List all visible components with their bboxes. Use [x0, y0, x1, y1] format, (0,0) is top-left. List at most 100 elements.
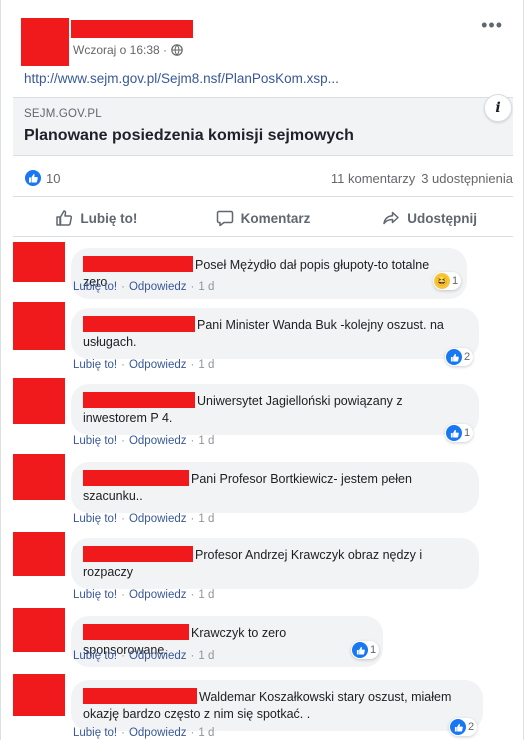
comment-time[interactable]: 1 d [198, 435, 214, 447]
redacted-commenter-avatar[interactable] [13, 674, 65, 716]
separator: · [190, 435, 195, 447]
post-meta: Wczoraj o 16:38 · [73, 43, 183, 57]
comment-like-link[interactable]: Lubię to! [73, 359, 117, 371]
info-icon[interactable]: i [484, 94, 512, 122]
reaction-count: 1 [464, 427, 471, 439]
comment-reply-link[interactable]: Odpowiedz [129, 435, 187, 447]
like-icon [446, 425, 462, 441]
separator: · [190, 359, 195, 371]
like-button[interactable]: Lubię to! [13, 200, 180, 236]
redacted-commenter-name[interactable] [83, 470, 189, 486]
more-options-icon[interactable]: ••• [481, 16, 503, 34]
haha-icon: 😆 [434, 273, 450, 289]
comment-bubble: Pani Minister Wanda Buk -kolejny oszust.… [71, 308, 479, 359]
comment-actions: Lubię to! · Odpowiedz · 1 d [73, 281, 214, 293]
post-link[interactable]: http://www.sejm.gov.pl/Sejm8.nsf/PlanPos… [24, 71, 339, 86]
comment-time[interactable]: 1 d [198, 650, 214, 662]
comment-time[interactable]: 1 d [198, 281, 214, 293]
comment-like-link[interactable]: Lubię to! [73, 589, 117, 601]
like-icon [446, 349, 462, 365]
comment-reactions[interactable]: 2 [449, 718, 478, 736]
separator: · [190, 281, 195, 293]
comment-like-link[interactable]: Lubię to! [73, 513, 117, 525]
redacted-commenter-avatar[interactable] [13, 532, 65, 576]
post-actions: Lubię to! Komentarz Udostępnij [13, 200, 513, 236]
comment-reply-link[interactable]: Odpowiedz [129, 727, 187, 739]
comment-actions: Lubię to! · Odpowiedz · 1 d [73, 359, 214, 371]
comment-actions: Lubię to! · Odpowiedz · 1 d [73, 589, 214, 601]
reaction-count: 2 [468, 721, 475, 733]
comment-reply-link[interactable]: Odpowiedz [129, 281, 187, 293]
redacted-commenter-name[interactable] [83, 316, 195, 332]
redacted-commenter-name[interactable] [83, 546, 193, 562]
redacted-commenter-name[interactable] [83, 392, 195, 408]
like-reaction-icon [25, 170, 41, 186]
like-icon [352, 642, 368, 658]
divider [13, 196, 513, 197]
redacted-commenter-avatar[interactable] [13, 242, 65, 282]
shares-count[interactable]: 3 udostępnienia [421, 171, 513, 186]
comment-actions: Lubię to! · Odpowiedz · 1 d [73, 727, 214, 739]
like-button-label: Lubię to! [80, 210, 138, 226]
comment-reactions[interactable]: 1 [445, 424, 474, 442]
comment-like-link[interactable]: Lubię to! [73, 435, 117, 447]
separator: · [121, 589, 125, 601]
redacted-author-name [71, 20, 193, 38]
separator: · [190, 513, 195, 525]
separator: · [121, 513, 125, 525]
reaction-count: 1 [370, 644, 377, 656]
comment-reactions[interactable]: 😆 1 [433, 272, 462, 290]
post-stats: 10 11 komentarzy 3 udostępnienia [13, 168, 513, 188]
comment-like-link[interactable]: Lubię to! [73, 727, 117, 739]
comment-reply-link[interactable]: Odpowiedz [129, 359, 187, 371]
comment-reply-link[interactable]: Odpowiedz [129, 650, 187, 662]
share-button-label: Udostępnij [407, 210, 478, 226]
comment-like-link[interactable]: Lubię to! [73, 650, 117, 662]
post-timestamp[interactable]: Wczoraj o 16:38 · [73, 43, 167, 57]
thumbs-up-icon [56, 210, 73, 226]
comment-like-link[interactable]: Lubię to! [73, 281, 117, 293]
comment-time[interactable]: 1 d [198, 359, 214, 371]
preview-domain: SEJM.GOV.PL [24, 108, 102, 120]
reaction-count: 2 [464, 351, 471, 363]
separator: · [190, 727, 195, 739]
redacted-commenter-avatar[interactable] [13, 454, 65, 500]
redacted-commenter-avatar[interactable] [13, 302, 65, 350]
comment-time[interactable]: 1 d [198, 589, 214, 601]
likes-summary[interactable]: 10 [25, 170, 60, 186]
comment-actions: Lubię to! · Odpowiedz · 1 d [73, 650, 214, 662]
likes-count: 10 [46, 170, 61, 186]
globe-icon [171, 44, 183, 56]
link-preview[interactable]: SEJM.GOV.PL Planowane posiedzenia komisj… [13, 97, 513, 156]
redacted-commenter-name[interactable] [83, 624, 189, 640]
comment-time[interactable]: 1 d [198, 727, 214, 739]
separator: · [121, 281, 125, 293]
comment-icon [216, 210, 233, 227]
separator: · [190, 650, 195, 662]
share-icon [383, 211, 400, 225]
comment-actions: Lubię to! · Odpowiedz · 1 d [73, 513, 214, 525]
comment-button[interactable]: Komentarz [180, 200, 347, 236]
comment-button-label: Komentarz [240, 210, 311, 226]
redacted-commenter-avatar[interactable] [13, 608, 65, 652]
share-button[interactable]: Udostępnij [346, 200, 513, 236]
redacted-commenter-avatar[interactable] [13, 378, 65, 424]
comment-reactions[interactable]: 1 [351, 641, 380, 659]
comments-count[interactable]: 11 komentarzy [331, 171, 415, 186]
redacted-commenter-name[interactable] [83, 688, 197, 704]
comment-bubble: Waldemar Koszałkowski stary oszust, miał… [71, 680, 483, 731]
divider [13, 236, 513, 237]
redacted-avatar [21, 18, 69, 66]
comment-time[interactable]: 1 d [198, 513, 214, 525]
post-card: Wczoraj o 16:38 · ••• http://www.sejm.go… [0, 0, 524, 740]
separator: · [121, 359, 125, 371]
comment-reply-link[interactable]: Odpowiedz [129, 513, 187, 525]
separator: · [190, 589, 195, 601]
redacted-commenter-name[interactable] [83, 256, 193, 272]
comment-bubble: Profesor Andrzej Krawczyk obraz nędzy i … [71, 538, 479, 589]
preview-title[interactable]: Planowane posiedzenia komisji sejmowych [24, 127, 354, 145]
comment-reactions[interactable]: 2 [445, 348, 474, 366]
comment-reply-link[interactable]: Odpowiedz [129, 589, 187, 601]
comment-actions: Lubię to! · Odpowiedz · 1 d [73, 435, 214, 447]
reaction-count: 1 [452, 275, 459, 287]
